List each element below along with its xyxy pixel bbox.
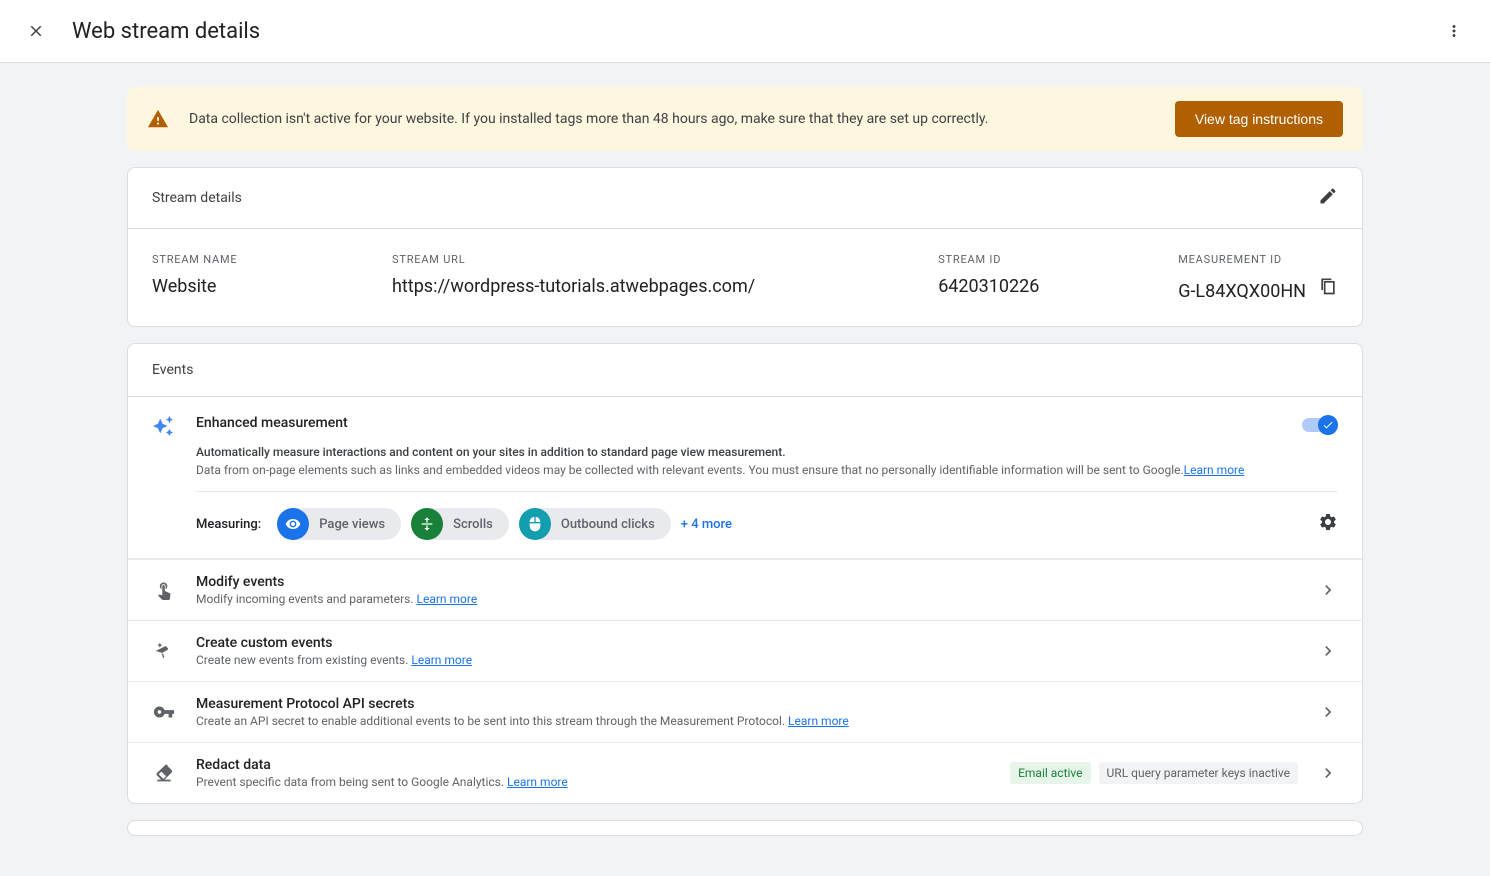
more-chips-link[interactable]: + 4 more (681, 517, 732, 532)
redact-data-row[interactable]: Redact data Prevent specific data from b… (128, 742, 1362, 803)
stream-name-value: Website (152, 276, 352, 297)
enhanced-settings-button[interactable] (1318, 512, 1338, 536)
enhanced-measurement-row: Enhanced measurement Automatically measu… (128, 397, 1362, 559)
redact-desc: Prevent specific data from being sent to… (196, 775, 990, 789)
enhanced-measurement-toggle[interactable] (1302, 415, 1338, 435)
chevron-right-icon (1318, 641, 1338, 661)
touch-icon (152, 578, 176, 602)
chevron-right-icon (1318, 580, 1338, 600)
custom-learn-more-link[interactable]: Learn more (411, 653, 472, 667)
copy-icon (1318, 276, 1338, 296)
view-tag-instructions-button[interactable]: View tag instructions (1175, 101, 1343, 137)
redact-title: Redact data (196, 757, 990, 773)
eraser-icon (152, 761, 176, 785)
events-title: Events (152, 362, 193, 378)
modify-events-title: Modify events (196, 574, 1298, 590)
mouse-icon (519, 508, 551, 540)
sparkle-icon (152, 415, 176, 439)
more-menu-button[interactable] (1442, 19, 1466, 43)
edit-stream-button[interactable] (1318, 186, 1338, 210)
redact-learn-more-link[interactable]: Learn more (507, 775, 568, 789)
stream-details-title: Stream details (152, 190, 242, 206)
check-icon (1322, 419, 1334, 431)
pencil-icon (1318, 186, 1338, 206)
copy-measurement-id-button[interactable] (1318, 276, 1338, 300)
page-header: Web stream details (0, 0, 1490, 63)
eye-icon (277, 508, 309, 540)
page-title: Web stream details (72, 19, 260, 44)
chip-page-views: Page views (277, 508, 401, 540)
stream-id-label: STREAM ID (938, 253, 1138, 266)
modify-events-desc: Modify incoming events and parameters. L… (196, 592, 1298, 606)
scroll-icon (411, 508, 443, 540)
chevron-right-icon (1318, 702, 1338, 722)
stream-id-value: 6420310226 (938, 276, 1138, 297)
measurement-id-label: MEASUREMENT ID (1178, 253, 1338, 266)
key-icon (152, 700, 176, 724)
warning-banner: Data collection isn't active for your we… (127, 87, 1363, 151)
events-card: Events Enhanced measurement Automaticall… (127, 343, 1363, 804)
measurement-protocol-row[interactable]: Measurement Protocol API secrets Create … (128, 681, 1362, 742)
chip-outbound-clicks: Outbound clicks (519, 508, 671, 540)
stream-url-value: https://wordpress-tutorials.atwebpages.c… (392, 276, 898, 297)
create-custom-events-row[interactable]: Create custom events Create new events f… (128, 620, 1362, 681)
enhanced-measurement-title: Enhanced measurement (196, 415, 1302, 431)
email-active-badge: Email active (1010, 762, 1090, 784)
banner-text: Data collection isn't active for your we… (189, 111, 988, 127)
stream-details-card: Stream details STREAM NAME Website STREA… (127, 167, 1363, 327)
warning-icon (147, 108, 169, 130)
modify-learn-more-link[interactable]: Learn more (417, 592, 478, 606)
url-query-inactive-badge: URL query parameter keys inactive (1099, 762, 1298, 784)
more-vert-icon (1445, 22, 1463, 40)
protocol-title: Measurement Protocol API secrets (196, 696, 1298, 712)
custom-events-title: Create custom events (196, 635, 1298, 651)
protocol-learn-more-link[interactable]: Learn more (788, 714, 849, 728)
cursor-sparkle-icon (152, 639, 176, 663)
close-button[interactable] (24, 19, 48, 43)
measurement-id-value: G-L84XQX00HN (1178, 281, 1306, 302)
enhanced-measurement-desc: Automatically measure interactions and c… (196, 445, 1302, 459)
chevron-right-icon (1318, 763, 1338, 783)
next-card-peek (127, 820, 1363, 836)
close-icon (27, 22, 45, 40)
protocol-desc: Create an API secret to enable additiona… (196, 714, 1298, 728)
modify-events-row[interactable]: Modify events Modify incoming events and… (128, 559, 1362, 620)
stream-url-label: STREAM URL (392, 253, 898, 266)
chip-scrolls: Scrolls (411, 508, 509, 540)
enhanced-learn-more-link[interactable]: Learn more (1184, 463, 1245, 477)
measuring-label: Measuring: (196, 517, 261, 532)
custom-events-desc: Create new events from existing events. … (196, 653, 1298, 667)
enhanced-measurement-note: Data from on-page elements such as links… (196, 461, 1302, 479)
stream-name-label: STREAM NAME (152, 253, 352, 266)
gear-icon (1318, 512, 1338, 532)
